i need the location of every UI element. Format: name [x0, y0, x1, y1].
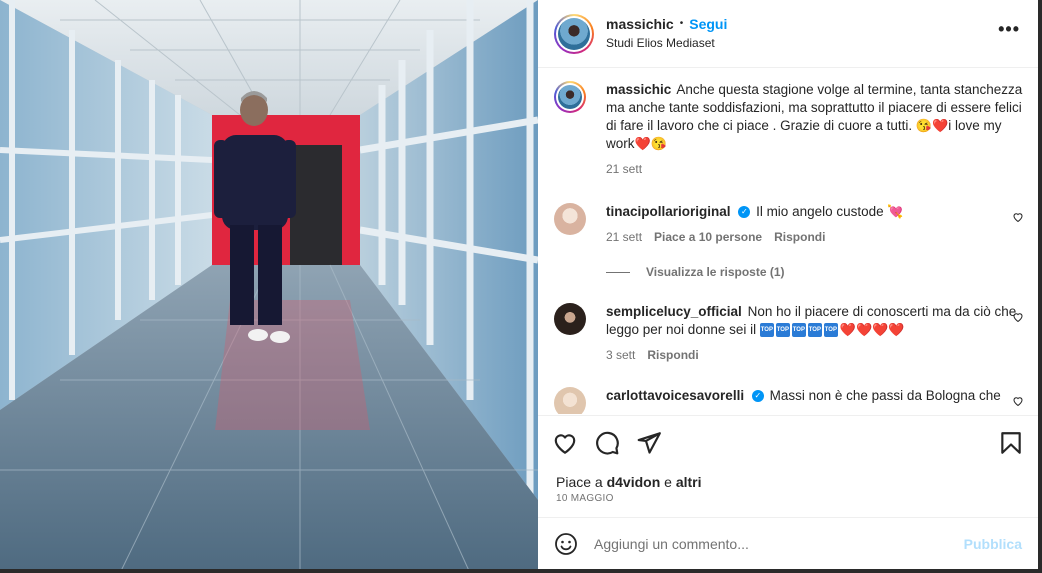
window-edge — [1038, 0, 1042, 573]
author-avatar[interactable] — [554, 13, 594, 54]
comment-icon[interactable] — [594, 430, 620, 456]
verified-badge-icon: ✓ — [738, 206, 751, 219]
likes-middle: e — [660, 474, 676, 490]
publish-button[interactable]: Pubblica — [964, 536, 1022, 552]
commenter-avatar[interactable] — [554, 387, 586, 414]
top-emoji-icon: TOP — [775, 323, 790, 338]
comment-item: semplicelucy_official Non ho il piacere … — [554, 303, 1024, 362]
window-bottom-edge — [0, 569, 1042, 573]
corridor-photo — [0, 0, 538, 573]
separator-dot: • — [679, 18, 684, 30]
comments-list[interactable]: massichic Anche questa stagione volge al… — [538, 69, 1038, 414]
comment-like-heart-icon[interactable] — [1012, 311, 1024, 323]
caption: massichic Anche questa stagione volge al… — [554, 81, 1024, 176]
top-emoji-icon: TOP — [807, 323, 822, 338]
reply-button[interactable]: Rispondi — [647, 348, 698, 362]
smiley-icon[interactable] — [554, 532, 578, 556]
caption-username[interactable]: massichic — [606, 82, 671, 97]
post-panel: massichic • Segui Studi Elios Mediaset •… — [538, 0, 1038, 569]
comment-text: Massi non è che passi da Bologna che — [769, 388, 1001, 403]
caption-emojis-1: 😘❤️ — [915, 118, 949, 133]
comment-emoji: ❤️❤️❤️❤️ — [839, 322, 905, 337]
author-username[interactable]: massichic — [606, 16, 674, 34]
comment-text: Il mio angelo custode — [756, 204, 888, 219]
send-icon[interactable] — [636, 430, 662, 456]
caption-emojis-2: ❤️😘 — [634, 136, 667, 151]
comment-likes[interactable]: Piace a 10 persone — [654, 230, 762, 244]
comment-time[interactable]: 3 sett — [606, 348, 635, 362]
post-date[interactable]: 10 MAGGIO — [556, 493, 614, 504]
more-horizontal-icon[interactable]: ••• — [998, 20, 1020, 38]
follow-button[interactable]: Segui — [689, 16, 727, 34]
caption-time[interactable]: 21 sett — [606, 162, 642, 176]
view-replies-button[interactable]: Visualizza le risposte (1) — [606, 265, 785, 279]
top-emoji-icon: TOP — [759, 323, 774, 338]
commenter-username[interactable]: carlottavoicesavorelli — [606, 388, 744, 403]
post-actions: Piace a d4vidon e altri 10 MAGGIO — [538, 415, 1038, 517]
view-replies-line — [606, 271, 630, 273]
verified-badge-icon: ✓ — [751, 390, 764, 403]
view-replies-label: Visualizza le risposte (1) — [646, 265, 785, 279]
bookmark-icon[interactable] — [998, 430, 1024, 456]
comment-like-heart-icon[interactable] — [1012, 395, 1024, 407]
commenter-avatar[interactable] — [554, 303, 586, 335]
heart-icon[interactable] — [552, 430, 578, 456]
reply-button[interactable]: Rispondi — [774, 230, 825, 244]
top-emoji-icon: TOP — [791, 323, 806, 338]
caption-avatar[interactable] — [554, 81, 586, 113]
add-comment-bar: Pubblica — [538, 517, 1038, 569]
likes-prefix: Piace a — [556, 474, 607, 490]
likes-others[interactable]: altri — [676, 474, 702, 490]
comment-time[interactable]: 21 sett — [606, 230, 642, 244]
post-photo — [0, 0, 538, 573]
post-location[interactable]: Studi Elios Mediaset — [606, 36, 727, 51]
likes-user[interactable]: d4vidon — [607, 474, 661, 490]
comment-item: tinacipollarioriginal ✓ Il mio angelo cu… — [554, 203, 1024, 244]
likes-summary[interactable]: Piace a d4vidon e altri — [556, 474, 702, 490]
comment-emoji: 💘 — [887, 204, 904, 219]
commenter-username[interactable]: tinacipollarioriginal — [606, 204, 731, 219]
commenter-username[interactable]: semplicelucy_official — [606, 304, 742, 319]
comment-like-heart-icon[interactable] — [1012, 211, 1024, 223]
commenter-avatar[interactable] — [554, 203, 586, 235]
add-comment-input[interactable] — [594, 535, 964, 552]
post-header: massichic • Segui Studi Elios Mediaset •… — [538, 0, 1038, 68]
comment-item: carlottavoicesavorelli ✓ Massi non è che… — [554, 387, 1024, 414]
top-emoji-icon: TOP — [823, 323, 838, 338]
